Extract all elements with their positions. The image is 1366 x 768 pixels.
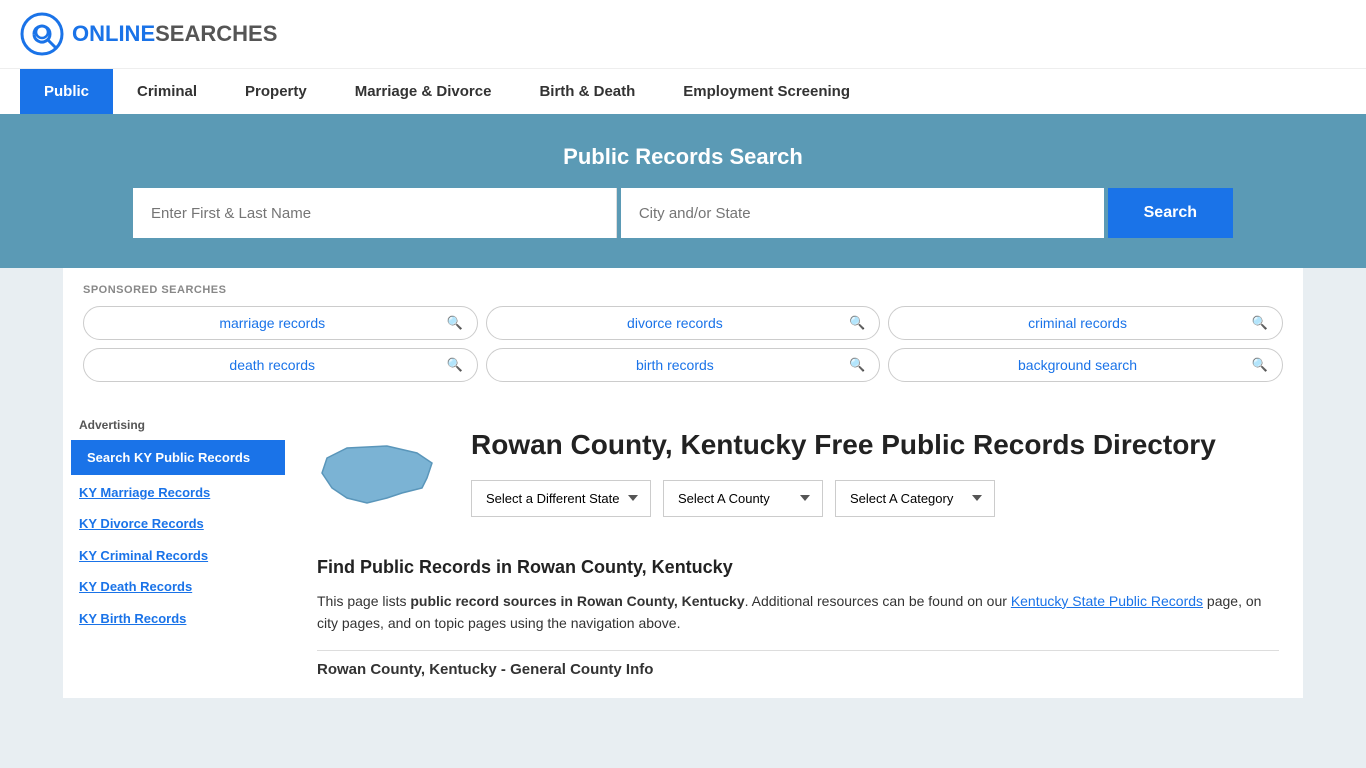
hero-title: Public Records Search xyxy=(20,144,1346,170)
section-divider xyxy=(317,650,1279,651)
general-info-title: Rowan County, Kentucky - General County … xyxy=(317,661,1279,678)
sidebar-ad-label: Advertising xyxy=(63,418,293,440)
sidebar-link-birth[interactable]: KY Birth Records xyxy=(63,603,293,634)
find-desc-start: This page lists xyxy=(317,593,410,609)
logo-online: ONLINE xyxy=(72,21,155,46)
pill-criminal-text: criminal records xyxy=(903,315,1251,331)
state-dropdown[interactable]: Select a Different State xyxy=(471,480,651,517)
state-map xyxy=(317,428,447,537)
pill-marriage[interactable]: marriage records 🔍 xyxy=(83,306,478,340)
hero-section: Public Records Search Search xyxy=(0,114,1366,268)
pill-divorce-text: divorce records xyxy=(501,315,849,331)
pill-death-text: death records xyxy=(98,357,446,373)
state-section: Rowan County, Kentucky Free Public Recor… xyxy=(317,428,1279,537)
pill-marriage-text: marriage records xyxy=(98,315,446,331)
find-desc-bold: public record sources in Rowan County, K… xyxy=(410,593,744,609)
find-title: Find Public Records in Rowan County, Ken… xyxy=(317,557,1279,578)
county-dropdown[interactable]: Select A County xyxy=(663,480,823,517)
sidebar-link-death[interactable]: KY Death Records xyxy=(63,571,293,602)
pill-divorce[interactable]: divorce records 🔍 xyxy=(486,306,881,340)
nav-item-birth-death[interactable]: Birth & Death xyxy=(515,69,659,114)
nav-item-property[interactable]: Property xyxy=(221,69,331,114)
search-icon-6: 🔍 xyxy=(1252,357,1268,373)
logo[interactable]: ONLINESEARCHES xyxy=(20,12,277,56)
header: ONLINESEARCHES xyxy=(0,0,1366,68)
pill-birth-text: birth records xyxy=(501,357,849,373)
main-wrapper: Advertising Search KY Public Records KY … xyxy=(63,398,1303,698)
search-icon-5: 🔍 xyxy=(849,357,865,373)
pill-birth[interactable]: birth records 🔍 xyxy=(486,348,881,382)
nav-item-criminal[interactable]: Criminal xyxy=(113,69,221,114)
nav: Public Criminal Property Marriage & Divo… xyxy=(0,68,1366,114)
search-pills: marriage records 🔍 divorce records 🔍 cri… xyxy=(83,306,1283,382)
sponsored-label: SPONSORED SEARCHES xyxy=(83,284,1283,296)
find-description: This page lists public record sources in… xyxy=(317,590,1279,635)
sidebar-ad-item[interactable]: Search KY Public Records xyxy=(71,440,285,475)
search-icon-4: 🔍 xyxy=(446,357,462,373)
logo-text: ONLINESEARCHES xyxy=(72,21,277,47)
find-desc-middle: . Additional resources can be found on o… xyxy=(745,593,1011,609)
content: Rowan County, Kentucky Free Public Recor… xyxy=(293,398,1303,698)
sidebar-link-marriage[interactable]: KY Marriage Records xyxy=(63,477,293,508)
sponsored-section: SPONSORED SEARCHES marriage records 🔍 di… xyxy=(63,268,1303,398)
search-icon-2: 🔍 xyxy=(849,315,865,331)
sidebar-link-criminal[interactable]: KY Criminal Records xyxy=(63,540,293,571)
pill-background[interactable]: background search 🔍 xyxy=(888,348,1283,382)
sidebar-link-divorce[interactable]: KY Divorce Records xyxy=(63,508,293,539)
search-bar: Search xyxy=(133,188,1233,238)
category-dropdown[interactable]: Select A Category xyxy=(835,480,995,517)
logo-icon xyxy=(20,12,64,56)
name-input[interactable] xyxy=(133,188,617,238)
logo-searches: SEARCHES xyxy=(155,21,277,46)
search-icon-3: 🔍 xyxy=(1252,315,1268,331)
location-input[interactable] xyxy=(621,188,1104,238)
pill-death[interactable]: death records 🔍 xyxy=(83,348,478,382)
state-info: Rowan County, Kentucky Free Public Recor… xyxy=(471,428,1279,537)
nav-item-employment[interactable]: Employment Screening xyxy=(659,69,874,114)
pill-criminal[interactable]: criminal records 🔍 xyxy=(888,306,1283,340)
search-icon-1: 🔍 xyxy=(446,315,462,331)
page-title: Rowan County, Kentucky Free Public Recor… xyxy=(471,428,1279,462)
sidebar: Advertising Search KY Public Records KY … xyxy=(63,398,293,698)
kentucky-map xyxy=(317,438,437,518)
nav-item-marriage-divorce[interactable]: Marriage & Divorce xyxy=(331,69,516,114)
nav-item-public[interactable]: Public xyxy=(20,69,113,114)
dropdowns: Select a Different State Select A County… xyxy=(471,480,1279,517)
find-desc-link[interactable]: Kentucky State Public Records xyxy=(1011,593,1203,609)
search-button[interactable]: Search xyxy=(1108,188,1233,238)
pill-background-text: background search xyxy=(903,357,1251,373)
